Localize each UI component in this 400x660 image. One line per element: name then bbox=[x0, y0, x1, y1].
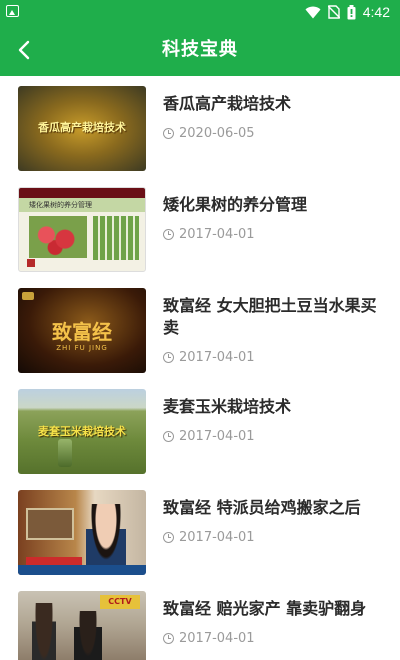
item-title: 致富经 特派员给鸡搬家之后 bbox=[163, 498, 361, 517]
item-title: 麦套玉米栽培技术 bbox=[163, 397, 292, 416]
list-item[interactable]: 麦套玉米栽培技术 麦套玉米栽培技术 2017-04-01 bbox=[0, 379, 400, 480]
item-title: 矮化果树的养分管理 bbox=[163, 195, 308, 214]
lower-third bbox=[18, 565, 146, 575]
clock-icon bbox=[163, 228, 174, 240]
person-image bbox=[74, 611, 102, 660]
list-item[interactable]: CCTV 致富经 赔光家产 靠卖驴翻身 2017-04-01 bbox=[0, 581, 400, 660]
fruit-photo bbox=[29, 216, 87, 258]
person-image bbox=[32, 603, 56, 660]
item-date: 2020-06-05 bbox=[163, 124, 255, 142]
item-title: 致富经 女大胆把土豆当水果买卖 bbox=[163, 296, 377, 337]
item-title: 致富经 赔光家产 靠卖驴翻身 bbox=[163, 599, 367, 618]
list-item[interactable]: 矮化果树的养分管理 矮化果树的养分管理 2017-04-01 bbox=[0, 177, 400, 278]
item-date: 2017-04-01 bbox=[163, 348, 255, 366]
item-date: 2017-04-01 bbox=[163, 427, 255, 445]
date-text: 2017-04-01 bbox=[179, 529, 255, 545]
no-sim-icon bbox=[327, 5, 340, 19]
date-text: 2017-04-01 bbox=[179, 349, 255, 365]
plant-image bbox=[58, 439, 72, 467]
app-bar: 科技宝典 bbox=[0, 24, 400, 76]
thumbnail bbox=[18, 490, 146, 575]
article-list: 香瓜高产栽培技术 香瓜高产栽培技术 2020-06-05 矮化果树的养分管理 矮… bbox=[0, 76, 400, 660]
thumbnail-caption: CCTV bbox=[100, 595, 140, 609]
thumbnail-subcaption: ZHI FU JING bbox=[56, 344, 108, 352]
battery-icon bbox=[347, 4, 356, 19]
date-text: 2020-06-05 bbox=[179, 125, 255, 141]
date-text: 2017-04-01 bbox=[179, 428, 255, 444]
item-title: 香瓜高产栽培技术 bbox=[163, 94, 292, 113]
logo bbox=[22, 292, 34, 300]
thumbnail-caption: 致富经 bbox=[52, 320, 112, 344]
item-date: 2017-04-01 bbox=[163, 629, 255, 647]
list-item[interactable]: 致富经 特派员给鸡搬家之后 2017-04-01 bbox=[0, 480, 400, 581]
thumbnail: 致富经 ZHI FU JING bbox=[18, 288, 146, 373]
list-item[interactable]: 香瓜高产栽培技术 香瓜高产栽培技术 2020-06-05 bbox=[0, 76, 400, 177]
logo bbox=[27, 259, 35, 267]
thumbnail: 麦套玉米栽培技术 bbox=[18, 389, 146, 474]
status-time: 4:42 bbox=[362, 4, 390, 20]
item-date: 2017-04-01 bbox=[163, 528, 255, 546]
thumbnail-caption: 矮化果树的养分管理 bbox=[29, 201, 92, 209]
clock-icon bbox=[163, 632, 174, 644]
caption-strip bbox=[26, 557, 82, 565]
wifi-icon bbox=[305, 6, 321, 18]
thumbnail-banner bbox=[19, 188, 145, 198]
screen-inset bbox=[26, 508, 74, 540]
clock-icon bbox=[163, 531, 174, 543]
status-bar: 4:42 bbox=[0, 0, 400, 24]
clock-icon bbox=[163, 127, 174, 139]
thumbnail: 矮化果树的养分管理 bbox=[18, 187, 146, 272]
item-date: 2017-04-01 bbox=[163, 225, 255, 243]
date-text: 2017-04-01 bbox=[179, 630, 255, 646]
thumbnail: 香瓜高产栽培技术 bbox=[18, 86, 146, 171]
page-title: 科技宝典 bbox=[162, 39, 238, 60]
image-icon bbox=[6, 5, 19, 17]
thumbnail-columns bbox=[93, 216, 139, 260]
clock-icon bbox=[163, 430, 174, 442]
list-item[interactable]: 致富经 ZHI FU JING 致富经 女大胆把土豆当水果买卖 2017-04-… bbox=[0, 278, 400, 379]
thumbnail: CCTV bbox=[18, 591, 146, 660]
date-text: 2017-04-01 bbox=[179, 226, 255, 242]
thumbnail-caption: 香瓜高产栽培技术 bbox=[38, 121, 126, 134]
clock-icon bbox=[163, 351, 174, 363]
thumbnail-caption: 麦套玉米栽培技术 bbox=[38, 425, 126, 438]
